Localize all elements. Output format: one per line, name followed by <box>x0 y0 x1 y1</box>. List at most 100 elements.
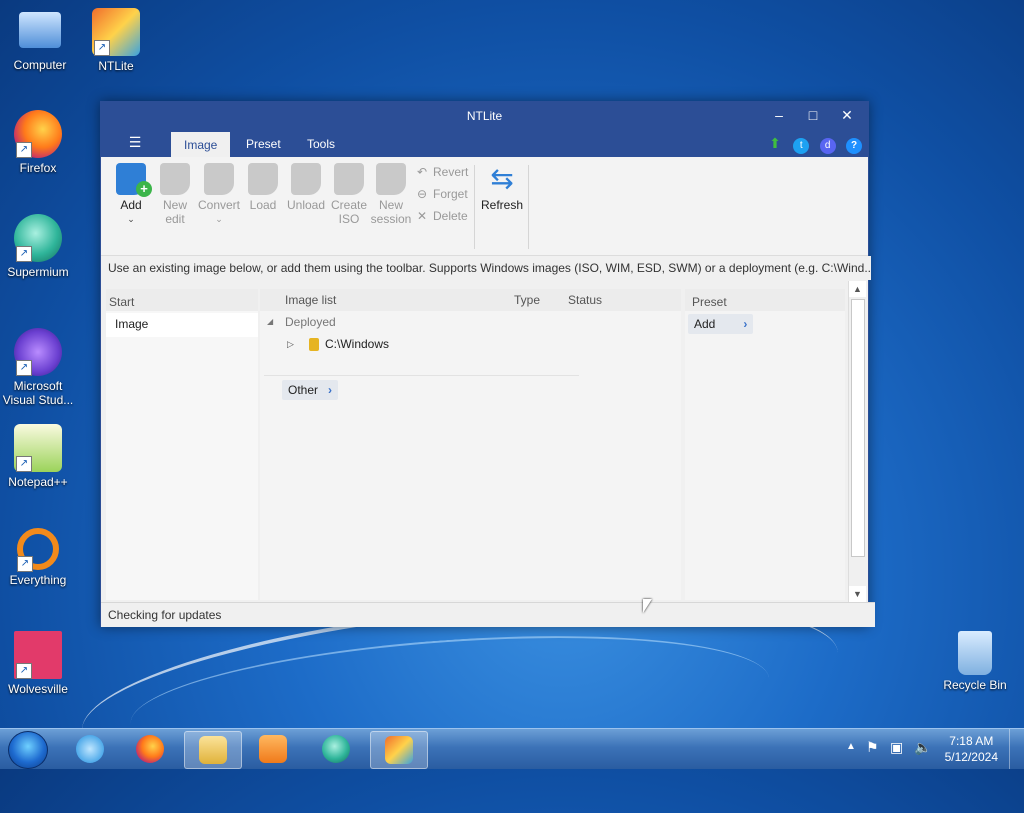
image-row-windows[interactable]: ▷ C:\Windows <box>260 333 681 355</box>
new-edit-icon <box>160 163 190 195</box>
desktop-icon-supermium[interactable]: ↗ Supermium <box>0 214 76 279</box>
menu-icon[interactable]: ☰ <box>123 134 147 151</box>
tab-image[interactable]: Image <box>171 132 231 158</box>
scroll-up-arrow-icon[interactable]: ▲ <box>849 281 866 297</box>
taskbar-supermium[interactable] <box>308 731 364 767</box>
computer-icon <box>19 12 61 48</box>
close-button[interactable]: ✕ <box>830 102 864 130</box>
ntlite-icon <box>385 736 413 764</box>
ribbon-separator <box>528 165 529 249</box>
minimize-button[interactable]: – <box>762 102 796 130</box>
shortcut-arrow-icon: ↗ <box>16 663 32 679</box>
network-icon[interactable]: ▣ <box>890 739 903 756</box>
ntlite-icon: ↗ <box>92 8 140 56</box>
discord-icon[interactable]: d <box>819 138 836 154</box>
column-image-list[interactable]: Image list <box>285 289 336 311</box>
taskbar-firefox[interactable] <box>122 731 178 767</box>
info-bar: Use an existing image below, or add them… <box>103 256 871 280</box>
show-hidden-icons-icon[interactable]: ▲ <box>846 741 856 752</box>
create-iso-icon <box>334 163 364 195</box>
scroll-down-arrow-icon[interactable]: ▼ <box>849 586 866 602</box>
start-button[interactable] <box>8 731 48 769</box>
desktop-icon-visual-studio[interactable]: ↗ Microsoft Visual Stud... <box>0 328 76 407</box>
desktop-icon-recycle-bin[interactable]: Recycle Bin <box>937 631 1013 692</box>
start-item-image[interactable]: Image <box>106 313 258 337</box>
start-pane-header: Start <box>106 289 258 311</box>
desktop-icon-label: Wolvesville <box>8 682 68 696</box>
desktop-icon-label: Notepad++ <box>8 475 68 489</box>
revert-button[interactable]: ↶ Revert <box>415 162 468 182</box>
firefox-icon <box>136 735 164 763</box>
vertical-scrollbar[interactable]: ▲ ▼ <box>848 281 866 602</box>
action-center-flag-icon[interactable]: ⚑ <box>866 739 879 756</box>
clock[interactable]: 7:18 AM 5/12/2024 <box>945 733 998 765</box>
show-desktop-button[interactable] <box>1009 729 1024 769</box>
group-deployed[interactable]: ◢ Deployed <box>260 311 681 333</box>
create-iso-button[interactable]: Create ISO <box>327 163 371 226</box>
delete-x-icon: ✕ <box>416 209 428 223</box>
minus-circle-icon: ⊖ <box>416 187 428 201</box>
new-session-label-2: session <box>370 212 412 226</box>
shortcut-arrow-icon: ↗ <box>17 556 33 572</box>
collapse-triangle-icon[interactable]: ◢ <box>267 311 273 333</box>
shortcut-arrow-icon: ↗ <box>16 456 32 472</box>
desktop-icon-notepadpp[interactable]: ↗ Notepad++ <box>0 424 76 489</box>
twitter-icon[interactable]: t <box>793 138 810 154</box>
group-divider <box>264 375 579 376</box>
plus-icon: + <box>136 181 152 197</box>
desktop-icon-ntlite[interactable]: ↗ NTLite <box>78 8 154 73</box>
maximize-button[interactable]: □ <box>796 102 830 130</box>
convert-icon <box>204 163 234 195</box>
column-type[interactable]: Type <box>514 289 540 311</box>
taskbar-ntlite[interactable] <box>370 731 428 769</box>
chevron-right-icon: › <box>743 317 748 331</box>
expand-triangle-icon[interactable]: ▷ <box>287 333 294 355</box>
preset-add-label: Add <box>694 317 716 331</box>
other-button[interactable]: Other › <box>282 380 339 400</box>
update-arrow-icon[interactable]: ⬆ <box>767 135 783 151</box>
new-session-label-1: New <box>378 198 403 212</box>
taskbar-internet-explorer[interactable] <box>62 731 118 767</box>
media-player-icon <box>259 735 287 763</box>
scroll-thumb[interactable] <box>851 299 865 557</box>
desktop-icon-computer[interactable]: Computer <box>2 8 78 72</box>
volume-muted-icon[interactable]: 🔈 <box>914 739 931 756</box>
tab-tools[interactable]: Tools <box>294 132 348 157</box>
unload-button[interactable]: Unload <box>284 163 328 212</box>
image-row-label: C:\Windows <box>325 337 390 351</box>
add-button[interactable]: + Add ⌄ <box>109 163 153 226</box>
desktop-icon-firefox[interactable]: ↗ Firefox <box>0 110 76 175</box>
clock-date: 5/12/2024 <box>944 750 998 764</box>
convert-button[interactable]: Convert ⌄ <box>195 163 243 226</box>
desktop-icon-wolvesville[interactable]: ↗ Wolvesville <box>0 631 76 696</box>
create-iso-label-2: ISO <box>338 212 360 226</box>
help-icon[interactable]: ? <box>846 138 862 154</box>
refresh-button[interactable]: ⇆ Refresh <box>479 163 525 212</box>
tab-preset[interactable]: Preset <box>233 132 294 157</box>
delete-button[interactable]: ✕ Delete <box>415 206 468 226</box>
ribbon-toolbar: + Add ⌄ New edit Convert ⌄ Load Unload C… <box>101 157 868 256</box>
title-bar[interactable]: NTLite – □ ✕ <box>101 102 868 130</box>
new-session-button[interactable]: New session <box>369 163 413 226</box>
internet-explorer-icon <box>76 735 104 763</box>
ntlite-window: NTLite – □ ✕ ☰ Image Preset Tools ⬆ t d … <box>100 101 875 627</box>
forget-button[interactable]: ⊖ Forget <box>415 184 468 204</box>
column-status[interactable]: Status <box>568 289 602 311</box>
convert-label: Convert <box>197 198 241 212</box>
load-icon <box>248 163 278 195</box>
taskbar: ▲ ⚑ ▣ 🔈 7:18 AM 5/12/2024 <box>0 728 1024 769</box>
folder-icon <box>309 338 319 351</box>
preset-add-button[interactable]: Add › <box>688 314 845 334</box>
wolvesville-icon: ↗ <box>14 631 62 679</box>
taskbar-media-player[interactable] <box>245 731 301 767</box>
preset-pane: Preset Add › <box>685 289 845 600</box>
folder-icon <box>199 736 227 764</box>
taskbar-explorer[interactable] <box>184 731 242 769</box>
new-edit-button[interactable]: New edit <box>153 163 197 226</box>
desktop-icon-label: Computer <box>13 58 67 72</box>
supermium-icon <box>322 735 350 763</box>
load-button[interactable]: Load <box>241 163 285 212</box>
unload-label: Unload <box>286 198 326 212</box>
desktop-icon-everything[interactable]: ↗ Everything <box>0 528 76 587</box>
desktop-icon-label: NTLite <box>98 59 134 73</box>
